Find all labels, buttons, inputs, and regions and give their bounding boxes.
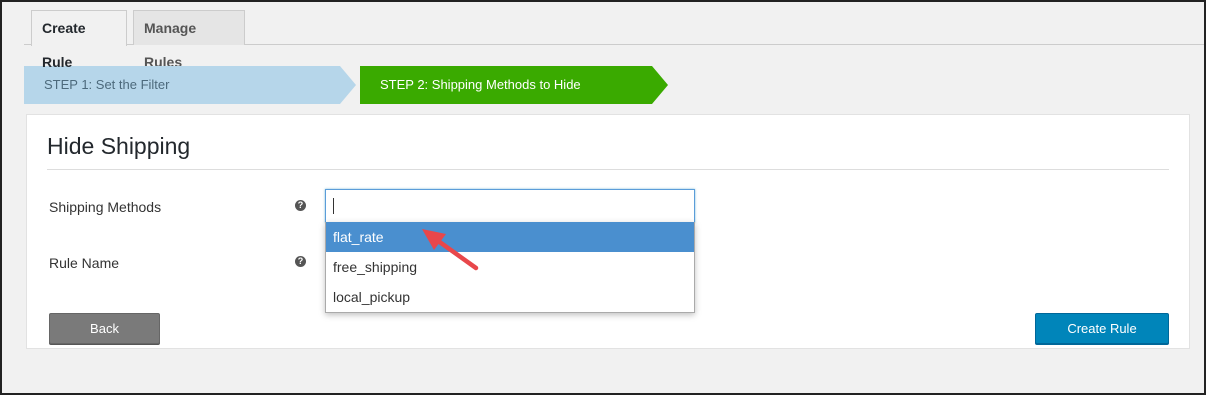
step-1-set-filter[interactable]: STEP 1: Set the Filter	[24, 66, 356, 104]
tab-create-rule[interactable]: Create Rule	[31, 10, 127, 70]
panel-title: Hide Shipping	[47, 133, 191, 159]
rule-name-label: Rule Name	[49, 255, 120, 271]
help-icon[interactable]: ?	[295, 256, 306, 267]
back-button[interactable]: Back	[49, 313, 160, 344]
create-rule-button[interactable]: Create Rule	[1035, 313, 1169, 344]
shipping-methods-label: Shipping Methods	[49, 199, 162, 215]
shipping-methods-input[interactable]	[325, 189, 695, 223]
help-icon[interactable]: ?	[295, 200, 306, 211]
shipping-methods-dropdown: flat_rate free_shipping local_pickup	[325, 222, 695, 313]
dropdown-option-free-shipping[interactable]: free_shipping	[326, 252, 694, 282]
step-2-shipping-methods[interactable]: STEP 2: Shipping Methods to Hide	[360, 66, 668, 104]
dropdown-option-local-pickup[interactable]: local_pickup	[326, 282, 694, 312]
annotation-arrow-icon	[422, 229, 479, 271]
dropdown-option-flat-rate[interactable]: flat_rate	[326, 222, 694, 252]
app-frame: Create Rule Manage Rules STEP 1: Set the…	[0, 0, 1206, 395]
tab-bar: Create Rule Manage Rules	[2, 2, 1204, 70]
panel-divider	[47, 169, 1169, 170]
tab-manage-rules[interactable]: Manage Rules	[133, 10, 245, 70]
text-cursor	[333, 198, 334, 214]
